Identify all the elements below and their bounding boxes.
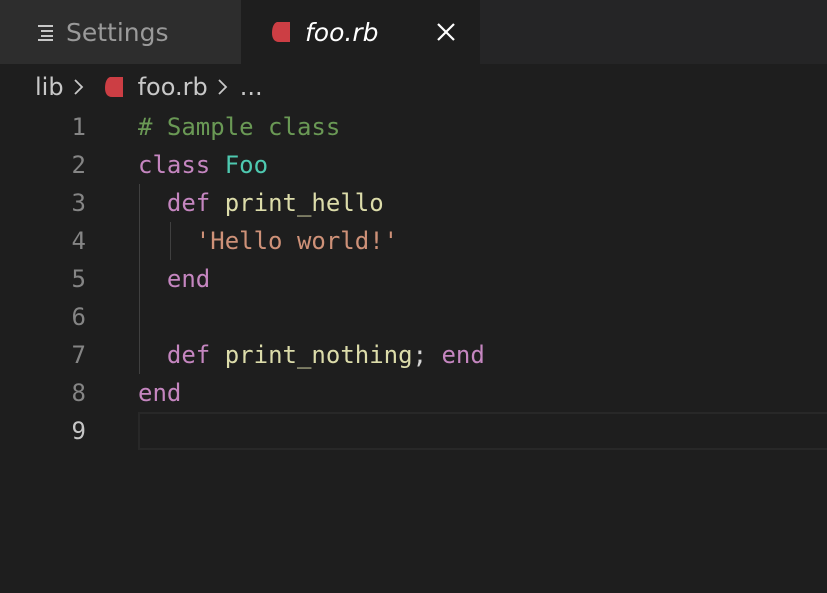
breadcrumb: lib foo.rb ... bbox=[0, 64, 827, 110]
line-number: 5 bbox=[71, 265, 86, 293]
code-editor[interactable]: 1 # Sample class 2 class Foo 3 def print… bbox=[0, 108, 827, 593]
comment-token: # Sample class bbox=[138, 113, 341, 141]
keyword-token: end bbox=[441, 341, 485, 369]
line-number: 4 bbox=[71, 227, 86, 255]
string-token: 'Hello world!' bbox=[195, 227, 399, 255]
punctuation-token: ; bbox=[412, 341, 428, 369]
keyword-token: def bbox=[166, 341, 211, 369]
breadcrumb-file[interactable]: foo.rb bbox=[138, 73, 208, 101]
function-name-token: print_hello bbox=[224, 189, 384, 217]
line-number: 3 bbox=[71, 189, 86, 217]
tab-label: Settings bbox=[66, 17, 169, 47]
settings-icon bbox=[38, 25, 53, 41]
code-line: 5 end bbox=[0, 260, 827, 298]
line-number: 2 bbox=[71, 151, 86, 179]
tab-label: foo.rb bbox=[305, 17, 379, 47]
tab-bar: Settings foo.rb bbox=[0, 0, 827, 64]
class-name-token: Foo bbox=[224, 151, 269, 179]
breadcrumb-folder[interactable]: lib bbox=[35, 73, 64, 101]
keyword-token: end bbox=[166, 265, 211, 293]
keyword-token: class bbox=[138, 151, 211, 179]
code-line: 7 def print_nothing; end bbox=[0, 336, 827, 374]
tab-settings[interactable]: Settings bbox=[0, 0, 241, 64]
line-number: 6 bbox=[71, 303, 86, 331]
chevron-right-icon bbox=[218, 79, 227, 95]
chevron-right-icon bbox=[73, 79, 83, 95]
code-line: 4 'Hello world!' bbox=[0, 222, 827, 260]
keyword-token: def bbox=[166, 189, 211, 217]
breadcrumb-more[interactable]: ... bbox=[240, 73, 263, 101]
keyword-token: end bbox=[138, 379, 182, 407]
code-line: 9 bbox=[0, 412, 827, 450]
code-line: 8 end bbox=[0, 374, 827, 412]
ruby-icon bbox=[104, 77, 123, 97]
tab-foo-rb[interactable]: foo.rb bbox=[241, 0, 480, 64]
code-line: 2 class Foo bbox=[0, 146, 827, 184]
line-number: 9 bbox=[71, 417, 86, 445]
code-line: 1 # Sample class bbox=[0, 108, 827, 146]
line-number: 8 bbox=[71, 379, 86, 407]
function-name-token: print_nothing bbox=[224, 341, 413, 369]
code-line: 3 def print_hello bbox=[0, 184, 827, 222]
close-icon[interactable] bbox=[430, 16, 462, 48]
code-line: 6 bbox=[0, 298, 827, 336]
ruby-icon bbox=[272, 22, 290, 42]
line-number: 7 bbox=[71, 341, 86, 369]
line-number: 1 bbox=[71, 113, 86, 141]
